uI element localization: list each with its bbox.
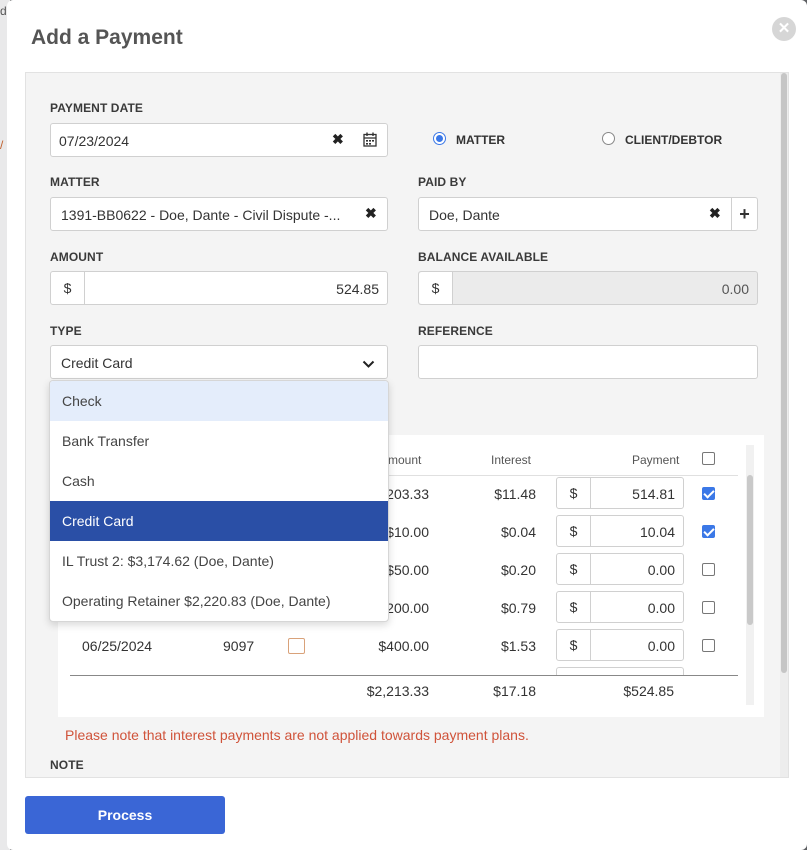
row-amount: $50.00 [386, 562, 429, 578]
option-cash[interactable]: Cash [50, 461, 388, 501]
balance-currency: $ [419, 272, 453, 304]
totals-divider [70, 675, 738, 676]
add-payer-button[interactable]: + [731, 197, 758, 231]
row-checkbox[interactable] [702, 563, 715, 576]
header-interest: Interest [491, 453, 532, 467]
calendar-icon[interactable] [363, 132, 377, 150]
plus-icon: + [739, 204, 750, 224]
payment-value: 514.81 [632, 486, 675, 502]
row-checkbox[interactable] [702, 487, 715, 500]
table-scrollbar[interactable] [746, 445, 754, 705]
row-number: 9097 [223, 638, 255, 654]
payment-currency: $ [557, 630, 591, 660]
payment-date-field[interactable]: 07/23/2024 ✖ [50, 123, 388, 157]
payment-value: 0.00 [647, 600, 675, 616]
amount-currency: $ [51, 272, 85, 304]
payment-input[interactable] [556, 667, 684, 675]
balance-field: $ 0.00 [418, 271, 758, 305]
row-checkbox[interactable] [702, 525, 715, 538]
type-dropdown-menu: Check Bank Transfer Cash Credit Card IL … [49, 380, 389, 622]
chevron-down-icon [362, 356, 375, 372]
note-label: NOTE [50, 758, 84, 772]
payment-currency: $ [557, 516, 591, 546]
option-bank-transfer[interactable]: Bank Transfer [50, 421, 388, 461]
paid-by-label: PAID BY [418, 175, 467, 189]
matter-field[interactable]: 1391-BB0622 - Doe, Dante - Civil Dispute… [50, 197, 388, 231]
table-scrollbar-thumb[interactable] [747, 475, 753, 625]
add-payment-modal: Add a Payment ✕ PAYMENT DATE 07/23/2024 … [7, 0, 807, 850]
payment-input[interactable]: $10.04 [556, 515, 684, 547]
payment-input[interactable]: $0.00 [556, 591, 684, 623]
clear-paid-by-icon[interactable]: ✖ [709, 205, 721, 222]
amount-label: AMOUNT [50, 250, 104, 264]
radio-matter[interactable] [433, 132, 446, 145]
row-interest: $0.04 [500, 524, 536, 540]
row-date: 06/25/2024 [82, 638, 153, 654]
radio-client-debtor-label: CLIENT/DEBTOR [625, 133, 723, 147]
radio-client-debtor[interactable] [602, 132, 615, 145]
payment-currency: $ [557, 478, 591, 508]
payment-input[interactable]: $0.00 [556, 553, 684, 585]
payment-currency: $ [557, 554, 591, 584]
row-amount: $10.00 [386, 524, 429, 540]
row-amount: $400.00 [378, 638, 429, 654]
close-icon[interactable]: ✕ [772, 17, 796, 41]
option-il-trust-2[interactable]: IL Trust 2: $3,174.62 (Doe, Dante) [50, 541, 388, 581]
payment-value: 10.04 [639, 524, 675, 540]
balance-label: BALANCE AVAILABLE [418, 250, 549, 264]
interest-warning: Please note that interest payments are n… [65, 727, 529, 743]
row-checkbox[interactable] [702, 601, 715, 614]
type-value: Credit Card [61, 355, 133, 371]
matter-value: 1391-BB0622 - Doe, Dante - Civil Dispute… [61, 207, 341, 223]
payment-date-label: PAYMENT DATE [50, 101, 143, 115]
total-interest: $17.18 [493, 683, 536, 699]
payment-plan-icon[interactable] [288, 638, 305, 654]
option-operating-retainer[interactable]: Operating Retainer $2,220.83 (Doe, Dante… [50, 581, 388, 621]
payment-input[interactable]: $0.00 [556, 629, 684, 661]
row-interest: $0.79 [500, 600, 536, 616]
modal-title: Add a Payment [31, 26, 183, 49]
modal-scrollbar-thumb[interactable] [781, 73, 787, 673]
amount-value: 524.85 [336, 281, 379, 297]
type-select[interactable]: Credit Card [50, 345, 388, 379]
header-payment: Payment [632, 453, 680, 467]
radio-matter-label: MATTER [456, 133, 506, 147]
amount-field[interactable]: $ 524.85 [50, 271, 388, 305]
process-button[interactable]: Process [25, 796, 225, 834]
clear-matter-icon[interactable]: ✖ [365, 205, 377, 222]
payment-currency: $ [557, 592, 591, 622]
payment-value: 0.00 [647, 562, 675, 578]
option-check[interactable]: Check [50, 381, 388, 421]
modal-scrollbar[interactable] [780, 73, 788, 777]
row-interest: $0.20 [500, 562, 536, 578]
clear-date-icon[interactable]: ✖ [332, 131, 344, 148]
reference-input[interactable] [418, 345, 758, 379]
paid-by-value: Doe, Dante [429, 207, 500, 223]
row-interest: $11.48 [494, 486, 536, 502]
type-label: TYPE [50, 324, 82, 338]
balance-value: 0.00 [721, 281, 749, 297]
row-interest: $1.53 [500, 638, 536, 654]
reference-label: REFERENCE [418, 324, 493, 338]
row-checkbox[interactable] [702, 639, 715, 652]
matter-label: MATTER [50, 175, 100, 189]
paid-by-field[interactable]: Doe, Dante ✖ [418, 197, 732, 231]
select-all-checkbox[interactable] [702, 452, 715, 465]
payment-value: 0.00 [647, 638, 675, 654]
total-amount: $2,213.33 [366, 683, 429, 699]
payment-input[interactable]: $514.81 [556, 477, 684, 509]
payment-date-value: 07/23/2024 [59, 133, 130, 149]
option-credit-card[interactable]: Credit Card [50, 501, 388, 541]
total-payment: $524.85 [623, 683, 674, 699]
